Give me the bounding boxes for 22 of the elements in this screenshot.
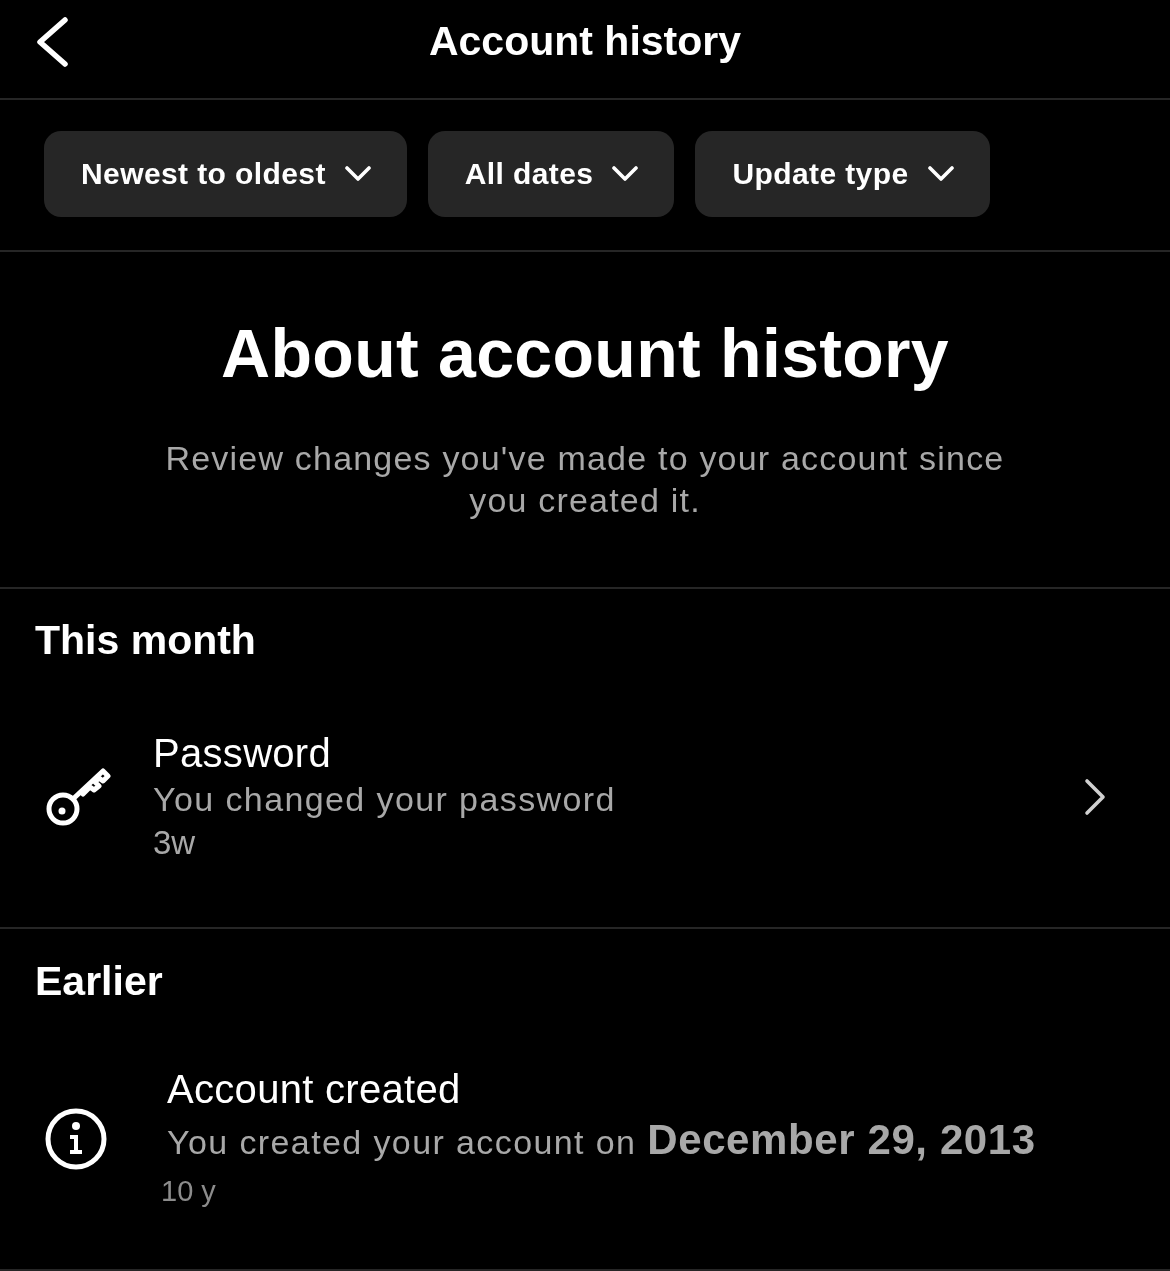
item-subtitle: You changed your password (153, 779, 616, 820)
item-title: Password (153, 730, 332, 776)
section-title: This month (35, 617, 256, 663)
filter-dropdown[interactable]: Update type (695, 131, 990, 217)
filter-dropdown[interactable]: Newest to oldest (44, 131, 407, 217)
chevron-down-icon (344, 166, 371, 182)
item-time: 10 y (161, 1174, 216, 1209)
item-time: 3w (153, 823, 196, 863)
chevron-down-icon (612, 166, 639, 182)
back-button[interactable] (34, 16, 70, 68)
about-title: About account history (221, 314, 949, 393)
info-icon (45, 1108, 107, 1170)
filter-dropdown[interactable]: All dates (427, 131, 675, 217)
header-title: Account history (428, 17, 742, 65)
chevron-down-icon (927, 166, 954, 182)
key-icon (45, 766, 111, 828)
about-description: Review changes you've made to your account since you created it. (164, 438, 1006, 521)
chevron-left-icon (35, 17, 69, 67)
chevron-right-icon[interactable] (1084, 778, 1106, 816)
section-title: Earlier (35, 958, 163, 1004)
item-subtitle: You created your account on December 29, 2013 (167, 1115, 1036, 1165)
item-title: Account created (167, 1066, 461, 1112)
